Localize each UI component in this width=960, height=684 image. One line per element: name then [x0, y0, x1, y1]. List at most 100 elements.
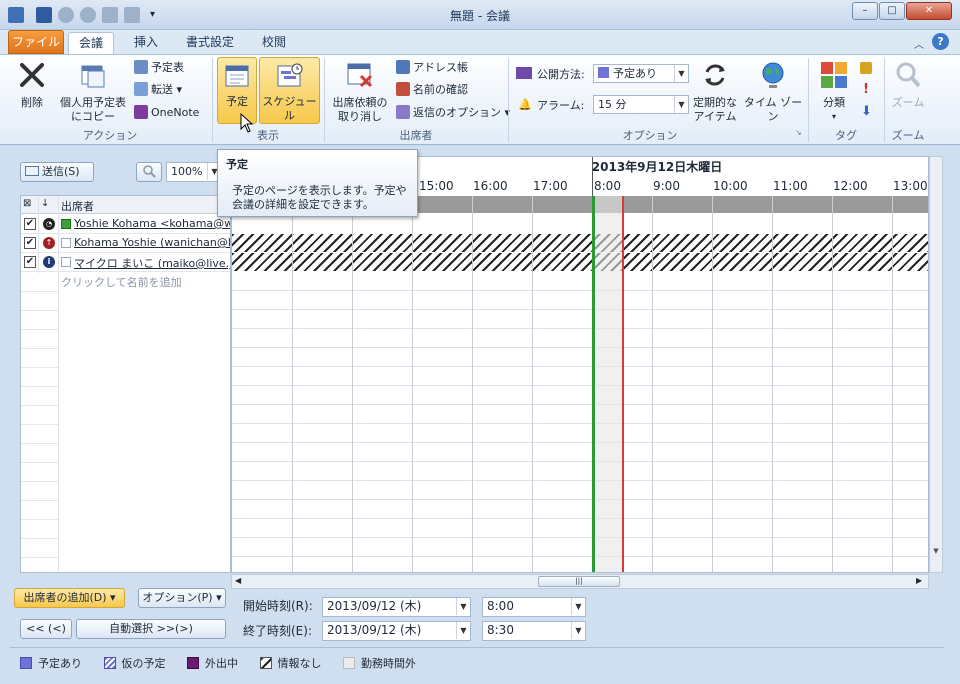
- start-time-select[interactable]: 8:00 ▼: [482, 597, 586, 617]
- tab-file[interactable]: ファイル: [8, 30, 64, 54]
- add-name-placeholder[interactable]: クリックして名前を追加: [61, 274, 182, 290]
- end-time-select[interactable]: 8:30 ▼: [482, 621, 586, 641]
- scroll-thumb[interactable]: |||: [538, 576, 620, 587]
- recurrence-button[interactable]: 定期的な アイテム: [690, 60, 740, 124]
- response-options-icon: [396, 105, 410, 119]
- busy-color-icon: [598, 67, 609, 78]
- hour-divider: [652, 196, 653, 572]
- scroll-left-icon[interactable]: ◀: [235, 576, 241, 585]
- empty-grid-rows: [232, 272, 928, 572]
- hour-divider: [292, 196, 293, 572]
- time-label: 15:00: [419, 179, 454, 193]
- free-busy-grid[interactable]: 2013年9月12日木曜日 15:00 16:00 17:00 8:00 9:0…: [231, 156, 929, 573]
- hour-divider: [712, 196, 713, 572]
- maximize-button[interactable]: □: [879, 2, 905, 20]
- tab-insert[interactable]: 挿入: [124, 32, 168, 54]
- group-label-action: アクション: [82, 129, 138, 142]
- meeting-end-line[interactable]: [622, 196, 624, 572]
- close-button[interactable]: ✕: [906, 2, 952, 20]
- group-separator: [508, 58, 509, 142]
- response-options-button[interactable]: 返信のオプション ▾: [396, 103, 510, 123]
- time-label: 8:00: [594, 179, 621, 193]
- delete-button[interactable]: 削除: [14, 60, 50, 110]
- legend-divider: [10, 647, 944, 648]
- dropdown-arrow-icon: ▼: [456, 598, 470, 615]
- attendee-row[interactable]: ✔ i マイクロ まいこ (maiko@live.jp): [21, 253, 230, 272]
- hour-divider: [352, 196, 353, 572]
- legend-out-of-office: 外出中: [187, 657, 238, 670]
- help-icon[interactable]: ?: [932, 33, 949, 50]
- onenote-button[interactable]: OneNote: [134, 103, 199, 123]
- copy-to-personal-calendar-button[interactable]: 個人用予定表 にコピー: [54, 60, 132, 124]
- time-label: 11:00: [773, 179, 808, 193]
- attendee-row[interactable]: ✔ ◔ Yoshie Kohama <kohama@wan: [21, 215, 230, 234]
- reminder-label: アラーム:: [537, 99, 585, 112]
- magnifier-icon: [896, 62, 921, 88]
- dialog-launcher-icon[interactable]: ↘: [795, 128, 802, 137]
- scroll-down-icon[interactable]: ▼: [930, 547, 942, 555]
- add-attendees-button[interactable]: 出席者の追加(D) ▾: [14, 588, 125, 608]
- autopick-next-button[interactable]: 自動選択 >>(>): [76, 619, 226, 639]
- show-as-icon: [516, 67, 532, 79]
- previous-button[interactable]: << (<): [20, 619, 72, 639]
- forward-icon: [134, 82, 148, 96]
- zoom-magnifier-button[interactable]: [136, 162, 162, 182]
- dropdown-arrow-icon: ▼: [674, 96, 688, 113]
- hour-divider: [532, 196, 533, 572]
- meeting-start-line[interactable]: [592, 196, 595, 572]
- legend-tentative: 仮の予定: [103, 657, 166, 670]
- minimize-button[interactable]: –: [852, 2, 878, 20]
- collapse-ribbon-icon[interactable]: ︿: [914, 36, 924, 51]
- reminder-select[interactable]: 15 分 ▼: [593, 95, 689, 114]
- zoom-button[interactable]: ズーム: [888, 60, 928, 110]
- scheduling-view-button[interactable]: スケジュール: [259, 57, 320, 124]
- organizer-icon: ◔: [43, 218, 55, 230]
- cancel-invitation-button[interactable]: 出席依頼の 取り消し: [328, 60, 392, 124]
- attendee-list: ⊠ ↓ 出席者 ✔ ◔ Yoshie Kohama <kohama@wan ✔ …: [20, 195, 231, 573]
- attendee-checkbox[interactable]: ✔: [24, 237, 36, 249]
- zoom-level-select[interactable]: 100% ▼: [166, 162, 222, 182]
- horizontal-scrollbar[interactable]: ◀ ||| ▶: [231, 574, 929, 589]
- appointment-icon: [225, 65, 249, 87]
- calendar-button[interactable]: 予定表: [134, 58, 184, 78]
- no-information-bar: [232, 253, 928, 271]
- high-importance-icon[interactable]: !: [863, 82, 869, 97]
- selected-meeting-slot[interactable]: [594, 196, 622, 572]
- end-date-picker[interactable]: 2013/09/12 (木) ▼: [322, 621, 471, 641]
- vertical-scrollbar[interactable]: ▼: [929, 156, 943, 573]
- tab-meeting[interactable]: 会議: [68, 32, 115, 54]
- options-button[interactable]: オプション(P) ▾: [138, 588, 226, 608]
- attendee-checkbox[interactable]: ✔: [24, 218, 36, 230]
- globe-icon: [762, 62, 784, 88]
- cancel-invitation-icon: [347, 63, 373, 88]
- time-zones-button[interactable]: タイム ゾーン: [742, 60, 804, 124]
- forward-button[interactable]: 転送 ▾: [134, 80, 182, 100]
- tab-format[interactable]: 書式設定: [176, 32, 244, 54]
- start-date-picker[interactable]: 2013/09/12 (木) ▼: [322, 597, 471, 617]
- attendee-row[interactable]: ✔ ↑ Kohama Yoshie (wanichan@liv: [21, 234, 230, 253]
- send-button[interactable]: 送信(S): [20, 162, 94, 182]
- dropdown-arrow-icon: ▾: [831, 112, 836, 121]
- attendee-list-header: [21, 196, 230, 214]
- attendee-status-icon: [61, 238, 71, 248]
- tab-review[interactable]: 校閲: [252, 32, 296, 54]
- hour-divider: [832, 196, 833, 572]
- empty-rows: [21, 273, 58, 572]
- time-label: 9:00: [653, 179, 680, 193]
- info-attendee-icon: i: [43, 256, 55, 268]
- check-names-button[interactable]: 名前の確認: [396, 80, 468, 100]
- show-as-select[interactable]: 予定あり ▼: [593, 64, 689, 83]
- time-label: 13:00: [893, 179, 928, 193]
- categorize-button[interactable]: 分類 ▾: [814, 60, 854, 124]
- check-names-icon: [396, 82, 410, 96]
- attendee-checkbox[interactable]: ✔: [24, 256, 36, 268]
- hour-divider: [412, 196, 413, 572]
- scroll-right-icon[interactable]: ▶: [916, 576, 922, 585]
- address-book-button[interactable]: アドレス帳: [396, 58, 468, 78]
- private-lock-icon[interactable]: [860, 62, 872, 74]
- scheduling-icon: [277, 63, 302, 87]
- hour-divider: [772, 196, 773, 572]
- low-importance-icon[interactable]: ⬇: [861, 104, 872, 119]
- onenote-icon: [134, 105, 148, 119]
- schedule-date: 2013年9月12日木曜日: [591, 160, 723, 174]
